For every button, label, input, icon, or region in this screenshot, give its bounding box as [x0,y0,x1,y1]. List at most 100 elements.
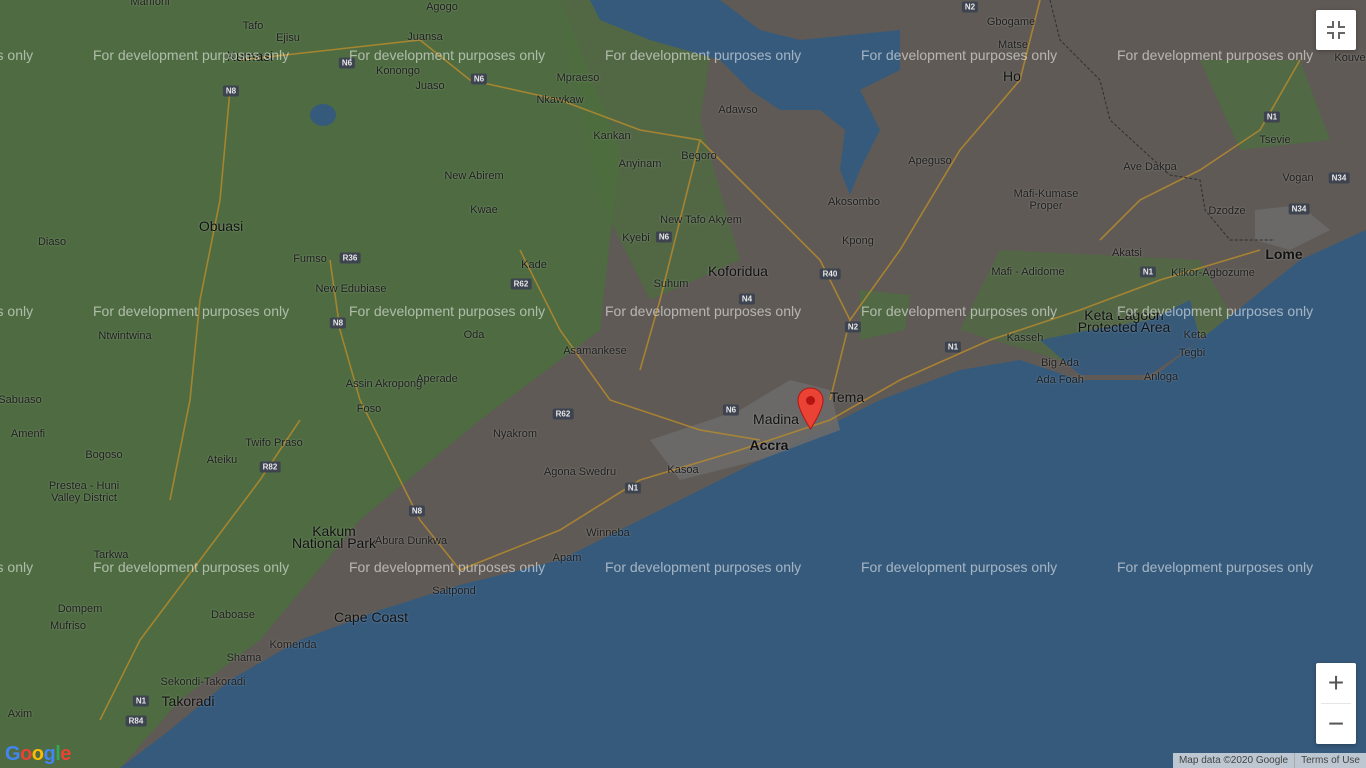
zoom-control: + − [1316,663,1356,744]
road-shield: N8 [222,85,240,97]
map-base-layer [0,0,1366,768]
place-label: Juaso [415,80,445,92]
place-label: Suhum [653,278,689,290]
place-label: Koforidua [708,263,768,279]
road-shield: R36 [339,252,361,264]
road-shield: R40 [819,268,841,280]
place-label: Shama [226,652,262,664]
place-label: Prestea - Huni Valley District [48,480,120,504]
place-label: Kwae [470,204,498,216]
place-label: Tsevie [1259,134,1291,146]
place-label: Accra [749,437,789,453]
road-shield: N1 [132,695,150,707]
place-label: New Tafo Akyem [660,214,742,226]
place-label: Amenfi [10,428,46,440]
place-label: Kyebi [622,232,650,244]
place-label: Adawso [718,104,758,116]
place-label: Assin Akropong [345,378,423,390]
place-label: Mafi-Kumase Proper [1013,188,1079,212]
watermark-text: For development purposes only [1117,303,1314,319]
place-label: Kankan [593,130,631,142]
place-label: Saltpond [432,585,476,597]
road-shield: R62 [510,278,532,290]
watermark-text: For development purposes only [93,47,290,63]
google-logo[interactable]: Google [5,743,71,766]
watermark-text: For development purposes only [349,559,546,575]
road-shield: N1 [1139,266,1157,278]
place-label: Begoro [681,150,717,162]
place-label: New Abirem [444,170,504,182]
road-shield: N1 [944,341,962,353]
place-label: Winneba [586,527,630,539]
road-shield: N6 [470,73,488,85]
place-label: Ho [1003,68,1021,84]
place-label: Madina [753,411,799,427]
place-label: Sekondi-Takoradi [160,676,246,688]
attribution-bar: Map data ©2020 Google Terms of Use [1172,753,1366,768]
place-label: Kakum National Park [291,523,377,551]
place-label: Akosombo [828,196,880,208]
place-label: Dzodze [1208,205,1246,217]
road-shield: N8 [408,505,426,517]
place-label: Kasoa [667,464,699,476]
road-shield: N1 [1263,111,1281,123]
watermark-text: For development purposes only [349,47,546,63]
location-pin-icon[interactable] [797,387,824,435]
place-label: Mpraeso [556,72,600,84]
place-label: Nyakrom [492,428,538,440]
watermark-text: For development purposes only [605,303,802,319]
place-label: Anloga [1143,371,1179,383]
watermark-text: For development purposes only [0,303,34,319]
place-label: Axim [7,708,33,720]
fullscreen-toggle-button[interactable] [1316,10,1356,50]
watermark-text: For development purposes only [0,47,34,63]
place-label: Manfoni [130,0,170,8]
place-label: Big Ada [1041,357,1079,369]
watermark-text: For development purposes only [605,47,802,63]
place-label: Tema [829,389,865,405]
place-label: Lome [1265,246,1303,262]
place-label: Dompem [57,603,103,615]
zoom-out-button[interactable]: − [1316,704,1356,744]
road-shield: N1 [624,482,642,494]
place-label: Obuasi [198,218,244,234]
place-label: Vogan [1282,172,1314,184]
place-label: Ateiku [206,454,238,466]
exit-fullscreen-icon [1327,21,1345,39]
place-label: Ada Foah [1036,374,1084,386]
map-canvas[interactable]: Kumasi Ejisu Juansa Konongo Juaso Agogo Mpraes… [0,0,1366,768]
place-label: Mufriso [49,620,87,632]
place-label: Ntwintwina [98,330,152,342]
place-label: Foso [356,403,382,415]
place-label: Tegbi [1178,347,1206,359]
road-shield: R84 [125,715,147,727]
place-label: Agogo [426,1,458,13]
watermark-text: For development purposes only [93,303,290,319]
place-label: Apeguso [908,155,952,167]
place-label: Konongo [375,65,421,77]
place-label: Kasseh [1006,332,1044,344]
place-label: Cape Coast [334,609,408,625]
watermark-text: For development purposes only [861,559,1058,575]
watermark-text: For development purposes only [861,47,1058,63]
zoom-in-button[interactable]: + [1316,663,1356,703]
place-label: Keta [1183,329,1207,341]
place-label: Twifo Praso [245,437,303,449]
watermark-text: For development purposes only [861,303,1058,319]
place-label: Ave Dakpa [1123,161,1177,173]
place-label: Kpong [842,235,874,247]
place-label: Juansa [407,31,443,43]
place-label: Komenda [269,639,317,651]
road-shield: N2 [961,1,979,13]
terms-of-use-link[interactable]: Terms of Use [1294,753,1366,768]
place-label: Abura Dunkwa [374,535,448,547]
road-shield: N34 [1288,203,1310,215]
road-shield: N34 [1328,172,1350,184]
road-shield: N6 [722,404,740,416]
place-label: Kade [521,259,547,271]
place-label: Takoradi [161,693,215,709]
place-label: Mafi - Adidome [991,266,1065,278]
place-label: Gbogame [986,16,1036,28]
map-data-attribution[interactable]: Map data ©2020 Google [1173,753,1294,768]
place-label: Aperade [416,373,458,385]
